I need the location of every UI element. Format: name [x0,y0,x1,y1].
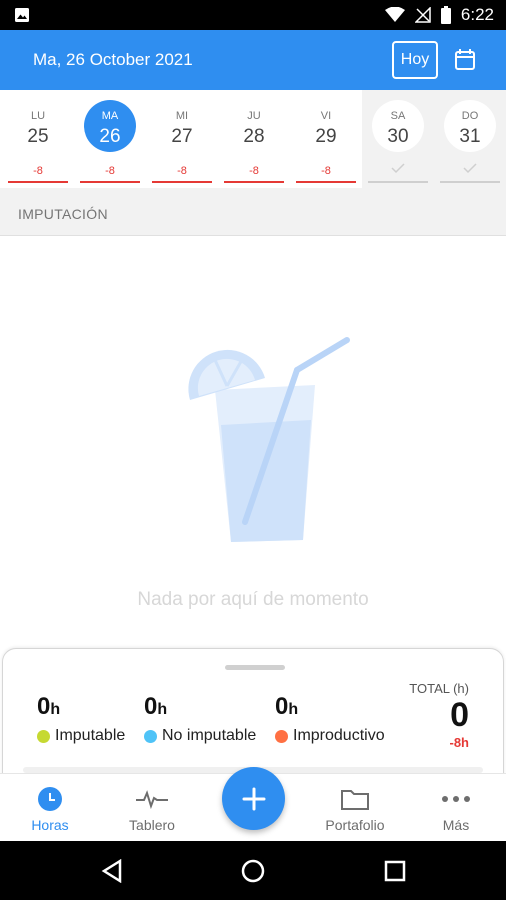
day-hours: -8 [105,165,115,177]
metric-value: 0h [37,693,125,721]
metric-number: 0 [275,693,289,720]
day-number: 31 [459,126,481,147]
calendar-icon[interactable] [450,46,480,74]
more-icon [442,796,470,802]
current-date: Ma, 26 October 2021 [33,50,193,69]
empty-state-text: Nada por aquí de momento [137,589,369,610]
system-nav-bar [0,841,506,900]
metric-label-text: Imputable [55,727,126,744]
nav-item-horas[interactable]: Horas [0,774,100,842]
nav-item-portafolio[interactable]: Portafolio [305,774,405,842]
metric-label: No imputable [144,727,256,745]
day-number: 28 [243,126,265,147]
metric-imputable: 0h Imputable [37,693,125,745]
day-bar [368,181,428,183]
metric-unit: h [157,701,168,718]
improductivo-dot [275,729,288,743]
no-imputable-dot [144,729,157,743]
day-hours: -8 [33,165,43,177]
day-hours: -8 [321,165,331,177]
day-name: MA [101,110,119,122]
day-bar [80,181,140,183]
day-bar [8,181,68,183]
screen: 6:22 Ma, 26 October 2021 Hoy LU 25 -8 MA… [0,0,506,900]
metric-unit: h [50,701,61,718]
day-saturday[interactable]: SA 30 [362,90,434,188]
metric-unit: h [288,701,299,718]
metric-label: Imputable [37,727,125,745]
day-sunday[interactable]: DO 31 [434,90,506,188]
day-friday[interactable]: VI 29 -8 [290,90,362,188]
check-icon [463,163,477,174]
nav-item-tablero[interactable]: Tablero [102,774,202,842]
metric-improductivo: 0h Improductivo [275,693,385,745]
week-strip: LU 25 -8 MA 26 -8 MI 27 -8 JU 28 -8 VI 2… [0,90,506,188]
home-icon[interactable] [241,859,265,883]
app-bar: Ma, 26 October 2021 Hoy [0,30,506,90]
day-bar [224,181,284,183]
battery-icon [440,6,451,24]
metric-number: 0 [37,693,51,720]
nav-label: Portafolio [325,817,385,833]
status-bar: 6:22 [0,0,506,30]
image-notification-icon [15,8,29,22]
status-time: 6:22 [460,5,494,24]
metric-value: 0h [275,693,385,721]
recents-icon[interactable] [383,859,407,883]
day-name: LU [30,110,46,122]
section-title: IMPUTACIÓN [18,206,108,222]
day-name: DO [461,110,479,122]
imputable-dot [37,729,50,743]
no-signal-icon [414,7,431,23]
section-header: IMPUTACIÓN [0,188,506,236]
folder-icon [341,790,369,810]
day-thursday[interactable]: JU 28 -8 [218,90,290,188]
day-name: VI [320,110,332,122]
day-bar [152,181,212,183]
day-wednesday[interactable]: MI 27 -8 [146,90,218,188]
metric-no-imputable: 0h No imputable [144,693,256,745]
day-monday[interactable]: LU 25 -8 [2,90,74,188]
day-number: 25 [27,126,49,147]
nav-label: Tablero [129,817,175,833]
wifi-icon [384,7,405,22]
clock-icon [38,787,62,811]
check-icon [391,163,405,174]
total-block: TOTAL (h) 0 -8h [409,681,469,750]
day-hours: -8 [177,165,187,177]
day-number: 27 [171,126,193,147]
day-number: 29 [315,126,337,147]
nav-item-mas[interactable]: Más [406,774,506,842]
day-name: MI [175,110,189,122]
day-name: SA [390,110,406,122]
day-number: 26 [99,126,121,147]
drink-glass-icon [188,337,350,542]
day-bar [440,181,500,183]
drag-handle[interactable] [225,665,285,670]
day-number: 30 [387,126,409,147]
total-difference: -8h [449,735,470,751]
plus-icon [242,787,265,810]
metric-label-text: No imputable [162,727,257,744]
total-label: TOTAL (h) [409,681,469,696]
add-button[interactable] [222,767,285,830]
back-icon[interactable] [100,859,124,883]
metric-value: 0h [144,693,256,721]
nav-label: Más [442,817,470,833]
metric-label-text: Improductivo [293,727,385,744]
day-bar [296,181,356,183]
day-tuesday[interactable]: MA 26 -8 [74,90,146,188]
day-hours: -8 [249,165,259,177]
metric-number: 0 [144,693,158,720]
pulse-icon [136,790,168,810]
today-button[interactable]: Hoy [392,41,438,79]
day-name: JU [247,110,261,122]
nav-label: Horas [31,817,69,833]
metric-label: Improductivo [275,727,385,745]
total-value: 0 [450,696,469,734]
